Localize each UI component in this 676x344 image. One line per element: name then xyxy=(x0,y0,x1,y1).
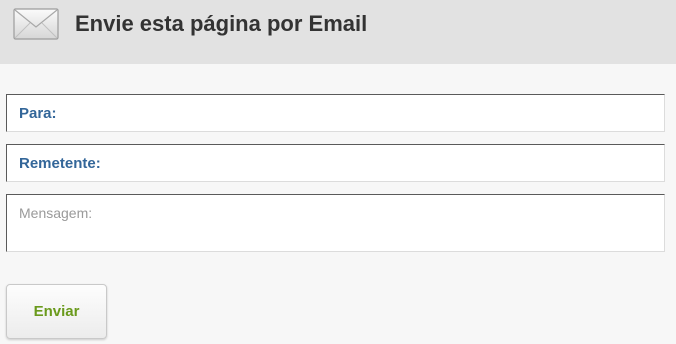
to-field[interactable]: Para: xyxy=(6,94,665,132)
page-title: Envie esta página por Email xyxy=(75,11,368,36)
to-input[interactable] xyxy=(67,101,656,125)
envelope-icon xyxy=(13,8,59,40)
page-header: Envie esta página por Email xyxy=(0,0,676,64)
message-textarea[interactable] xyxy=(6,194,665,252)
sender-input[interactable] xyxy=(115,151,656,175)
sender-field-label: Remetente: xyxy=(19,155,101,172)
send-button[interactable]: Enviar xyxy=(6,284,107,339)
sender-field[interactable]: Remetente: xyxy=(6,144,665,182)
to-field-label: Para: xyxy=(19,105,57,122)
